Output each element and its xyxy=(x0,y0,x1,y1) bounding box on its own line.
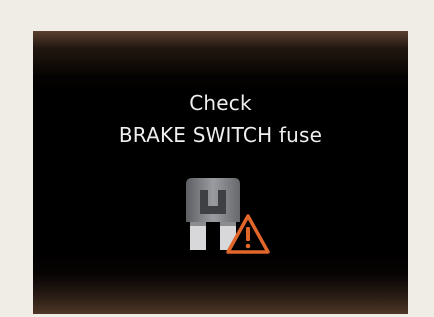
message-line-fuse-name: BRAKE SWITCH fuse xyxy=(118,123,323,147)
instrument-cluster-display: Check BRAKE SWITCH fuse xyxy=(33,31,408,314)
warning-triangle-icon xyxy=(226,214,270,254)
message-line-check: Check xyxy=(189,91,252,115)
